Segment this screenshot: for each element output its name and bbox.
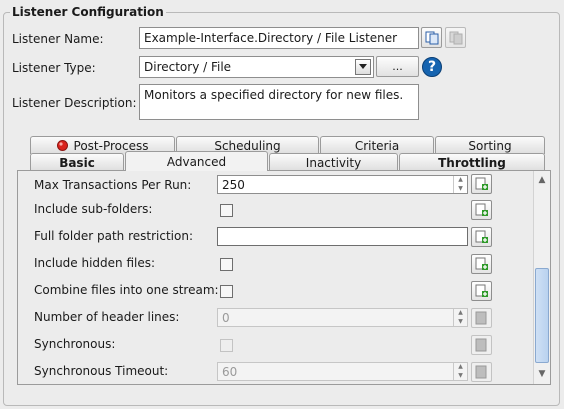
combine-files-checkbox[interactable] [220, 285, 233, 298]
header-lines-spinner[interactable]: 0 ▲ ▼ [217, 308, 468, 327]
add-variable-icon [475, 284, 488, 297]
red-status-icon [56, 140, 68, 151]
add-variable-icon [475, 311, 486, 325]
paste-icon [449, 31, 462, 44]
synchronous-timeout-spinner[interactable]: 60 ▲ ▼ [217, 362, 468, 381]
chevron-down-icon[interactable] [355, 59, 371, 75]
tab-advanced[interactable]: Advanced [125, 151, 268, 171]
spin-down-icon: ▼ [458, 317, 463, 325]
browse-button[interactable]: ... [376, 56, 419, 77]
add-variable-button[interactable] [471, 200, 492, 220]
tab-sorting[interactable]: Sorting [435, 136, 545, 154]
paste-button[interactable] [445, 27, 466, 48]
max-transactions-label: Max Transactions Per Run: [34, 178, 192, 192]
add-variable-icon [475, 203, 488, 216]
listener-type-value: Directory / File [144, 60, 232, 74]
tab-criteria[interactable]: Criteria [320, 136, 434, 154]
vertical-scrollbar[interactable]: ▲ ▼ [533, 171, 550, 384]
add-variable-button[interactable] [471, 174, 492, 194]
header-lines-label: Number of header lines: [34, 310, 180, 324]
tab-label: Sorting [468, 138, 512, 153]
header-lines-value: 0 [222, 311, 230, 325]
add-variable-icon [475, 338, 486, 352]
tab-basic[interactable]: Basic [30, 153, 124, 171]
synchronous-label: Synchronous: [34, 337, 116, 351]
spin-down-icon[interactable]: ▼ [454, 185, 467, 194]
add-variable-button[interactable] [471, 281, 492, 301]
listener-description-input[interactable]: Monitors a specified directory for new f… [139, 84, 419, 120]
spin-up-icon: ▲ [458, 363, 463, 371]
tab-label: Inactivity [305, 155, 362, 170]
max-transactions-value: 250 [222, 178, 245, 192]
add-variable-icon [475, 230, 488, 243]
add-variable-button[interactable] [471, 254, 492, 274]
spin-down-icon: ▼ [458, 371, 463, 379]
spin-up-icon[interactable]: ▲ [454, 176, 467, 185]
combine-files-label: Combine files into one stream: [34, 283, 219, 297]
tab-throttling[interactable]: Throttling [399, 153, 545, 171]
tab-label: Advanced [166, 154, 227, 169]
scroll-thumb[interactable] [535, 268, 549, 363]
advanced-settings-panel: Max Transactions Per Run: 250 ▲ ▼ Include… [17, 170, 551, 385]
copy-icon [425, 31, 438, 44]
max-transactions-spinner[interactable]: 250 ▲ ▼ [217, 175, 468, 194]
listener-type-label: Listener Type: [12, 61, 96, 75]
tab-label: Basic [59, 155, 95, 170]
add-variable-icon [475, 257, 488, 270]
add-variable-icon [475, 365, 486, 379]
include-hidden-files-checkbox[interactable] [220, 258, 233, 271]
synchronous-checkbox[interactable] [220, 339, 233, 352]
synchronous-timeout-label: Synchronous Timeout: [34, 364, 169, 378]
listener-name-label: Listener Name: [12, 32, 104, 46]
add-variable-button[interactable] [471, 308, 492, 328]
listener-description-label: Listener Description: [12, 96, 137, 110]
tab-label: Throttling [438, 155, 506, 170]
section-title: Listener Configuration [10, 5, 166, 19]
add-variable-icon [475, 177, 488, 190]
listener-name-input[interactable]: Example-Interface.Directory / File Liste… [139, 27, 419, 49]
tab-label: Criteria [354, 138, 400, 153]
include-subfolders-checkbox[interactable] [220, 204, 233, 217]
scroll-up-icon[interactable]: ▲ [535, 173, 549, 187]
full-folder-path-input[interactable] [217, 227, 468, 246]
scroll-down-icon[interactable]: ▼ [535, 367, 549, 381]
include-hidden-files-label: Include hidden files: [34, 256, 156, 270]
add-variable-button[interactable] [471, 362, 492, 382]
add-variable-button[interactable] [471, 227, 492, 247]
include-subfolders-label: Include sub-folders: [34, 202, 153, 216]
listener-type-select[interactable]: Directory / File [139, 56, 374, 78]
tab-inactivity[interactable]: Inactivity [269, 153, 398, 171]
add-variable-button[interactable] [471, 335, 492, 355]
spin-up-icon: ▲ [458, 309, 463, 317]
help-icon[interactable]: ? [422, 57, 442, 77]
copy-button[interactable] [421, 27, 442, 48]
full-folder-path-label: Full folder path restriction: [34, 229, 193, 243]
synchronous-timeout-value: 60 [222, 365, 238, 379]
